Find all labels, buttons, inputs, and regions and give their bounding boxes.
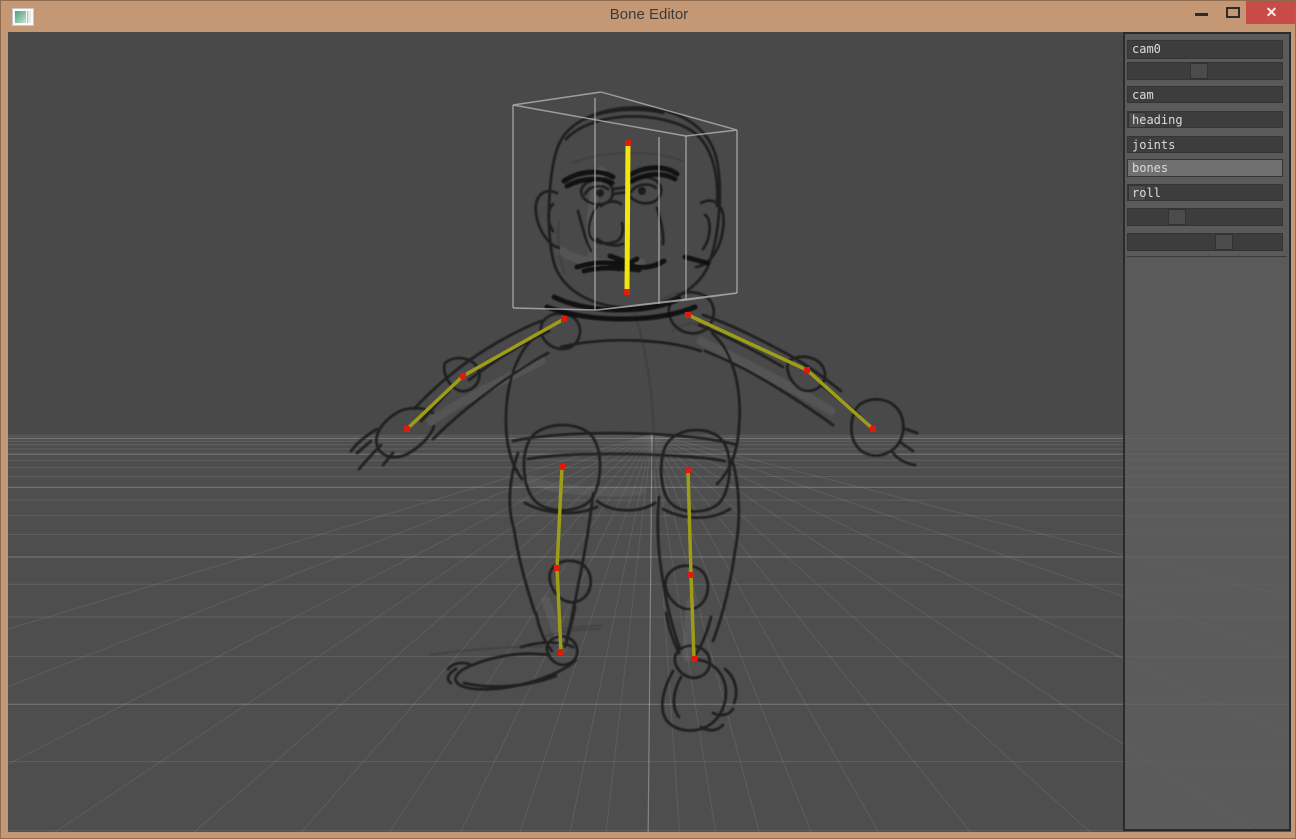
button-cam-label: cam — [1132, 88, 1154, 102]
joint-marker[interactable] — [804, 367, 810, 373]
slider-3[interactable] — [1127, 233, 1283, 251]
slider-roll-label: roll — [1132, 186, 1161, 200]
joint-marker[interactable] — [691, 656, 697, 662]
slider-2[interactable] — [1127, 208, 1283, 226]
joint-marker[interactable] — [558, 649, 564, 655]
slider-3-handle[interactable] — [1215, 234, 1233, 250]
button-joints-label: joints — [1132, 138, 1175, 152]
slider-cam0[interactable] — [1127, 62, 1283, 80]
joint-marker[interactable] — [685, 312, 691, 318]
maximize-button[interactable] — [1219, 1, 1247, 24]
field-cam0-label: cam0 — [1132, 42, 1161, 56]
joint-marker[interactable] — [624, 289, 630, 295]
button-joints[interactable]: joints — [1127, 136, 1283, 153]
viewport-3d[interactable] — [8, 32, 1291, 832]
slider-cam0-handle[interactable] — [1190, 63, 1208, 79]
minimize-icon — [1195, 13, 1208, 16]
panel-divider — [1127, 256, 1287, 257]
joint-marker[interactable] — [559, 464, 565, 470]
minimize-button[interactable] — [1187, 1, 1217, 24]
button-bones[interactable]: bones — [1127, 159, 1283, 177]
field-cam0[interactable]: cam0 — [1127, 40, 1283, 59]
main-content: cam0 cam heading joints bones roll — [8, 32, 1291, 832]
joint-marker[interactable] — [625, 140, 631, 146]
joint-marker[interactable] — [688, 572, 694, 578]
maximize-icon — [1226, 7, 1240, 18]
joint-marker[interactable] — [561, 316, 567, 322]
close-button[interactable]: ✕ — [1246, 1, 1296, 24]
joint-marker[interactable] — [554, 565, 560, 571]
button-cam[interactable]: cam — [1127, 86, 1283, 103]
titlebar[interactable]: Bone Editor ✕ — [1, 1, 1296, 32]
joint-marker[interactable] — [685, 467, 691, 473]
window-title: Bone Editor — [1, 6, 1296, 23]
button-bones-label: bones — [1132, 161, 1168, 175]
slider-heading-label: heading — [1132, 113, 1183, 127]
bone-chain-head[interactable] — [627, 143, 628, 292]
application-window: Bone Editor ✕ — [0, 0, 1296, 839]
tool-panel: cam0 cam heading joints bones roll — [1123, 32, 1291, 831]
slider-heading[interactable]: heading — [1127, 111, 1283, 128]
joint-marker[interactable] — [404, 426, 410, 432]
slider-roll[interactable]: roll — [1127, 184, 1283, 201]
joint-marker[interactable] — [460, 373, 466, 379]
joint-marker[interactable] — [870, 426, 876, 432]
slider-2-handle[interactable] — [1168, 209, 1186, 225]
